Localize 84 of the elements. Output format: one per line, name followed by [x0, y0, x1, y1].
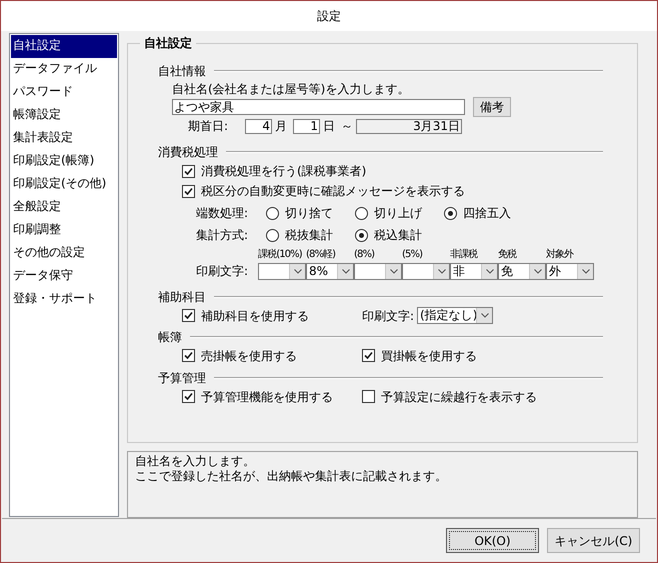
chevron-icon: [294, 268, 302, 274]
checkbox[interactable]: [362, 390, 375, 403]
checkbox-label: 予算管理機能を使用する: [201, 388, 333, 406]
group-title: 自社設定: [140, 35, 196, 51]
section-heading: 自社情報: [158, 63, 206, 80]
dropdown[interactable]: 8%: [306, 262, 354, 280]
checkbox[interactable]: [362, 349, 375, 362]
unit-text: 月: [275, 118, 287, 135]
field-label: 端数処理:: [196, 205, 250, 222]
field-label: 集計方式:: [196, 227, 250, 244]
sidebar-item[interactable]: パスワード: [11, 81, 117, 104]
checkbox[interactable]: [182, 349, 195, 362]
window-title: 設定: [317, 8, 341, 25]
month-field[interactable]: 4: [245, 118, 272, 134]
sidebar-item[interactable]: 印刷調整: [11, 219, 117, 242]
dropdown[interactable]: [402, 262, 450, 280]
checkbox[interactable]: [182, 184, 195, 198]
radio-button[interactable]: [266, 228, 279, 242]
checkbox-label: 税区分の自動変更時に確認メッセージを表示する: [201, 183, 465, 200]
checkbox[interactable]: [182, 309, 195, 322]
column-header: 非課税: [450, 248, 479, 262]
chevron-icon: [486, 268, 494, 274]
sidebar-item[interactable]: 印刷設定(その他): [11, 173, 117, 196]
sidebar-item[interactable]: データ保守: [11, 265, 117, 288]
section-heading: 消費税処理: [158, 144, 218, 161]
dropdown[interactable]: [258, 262, 306, 280]
column-header: 対象外: [546, 248, 575, 262]
sidebar-item[interactable]: 登録・サポート: [11, 288, 117, 311]
unit-text: 日: [323, 118, 335, 135]
sidebar-item[interactable]: 自社設定: [11, 35, 117, 58]
checkbox-label: 買掛帳を使用する: [381, 348, 477, 364]
checkbox[interactable]: [182, 390, 195, 403]
checkbox-label: 消費税処理を行う(課税事業者): [201, 163, 366, 180]
sidebar-item[interactable]: 印刷設定(帳簿): [11, 150, 117, 173]
description-text: ここで登録した社名が、出納帳や集計表に記載されます。: [135, 469, 447, 484]
sidebar-item[interactable]: 帳簿設定: [11, 104, 117, 127]
sidebar-item[interactable]: 集計表設定: [11, 127, 117, 150]
day-field[interactable]: 1: [293, 118, 320, 134]
field-label: 期首日:: [188, 118, 230, 135]
dropdown[interactable]: 非: [450, 262, 498, 280]
chevron-icon: [390, 268, 398, 274]
radio-label: 税込集計: [374, 227, 422, 244]
section-heading: 補助科目: [158, 289, 206, 306]
description-text: 自社名を入力します。: [135, 454, 255, 469]
end-date-field: 3月31日: [356, 118, 462, 134]
column-header: (8%軽): [306, 248, 336, 262]
sidebar-item[interactable]: 全般設定: [11, 196, 117, 219]
section-heading: 帳簿: [158, 329, 182, 346]
notes-button[interactable]: 備考: [473, 97, 511, 117]
chevron-icon: [480, 313, 489, 318]
radio-label: 税抜集計: [285, 227, 333, 244]
chevron-icon: [342, 268, 350, 274]
dialog-button[interactable]: OK(O): [446, 528, 539, 553]
section-heading: 予算管理: [158, 370, 206, 387]
dropdown[interactable]: 外: [546, 262, 594, 280]
checkbox[interactable]: [182, 164, 195, 178]
radio-button[interactable]: [355, 206, 368, 220]
checkbox-label: 売掛帳を使用する: [201, 348, 297, 364]
radio-label: 切り捨て: [285, 205, 333, 222]
column-header: (8%): [354, 248, 376, 262]
sidebar-item[interactable]: データファイル: [11, 58, 117, 81]
prompt-text: 自社名(会社名または屋号等)を入力します。: [172, 81, 410, 97]
radio-label: 切り上げ: [374, 205, 422, 222]
dropdown[interactable]: [354, 262, 402, 280]
radio-button[interactable]: [355, 228, 368, 242]
field-label: 印刷文字:: [196, 263, 250, 280]
dialog-button[interactable]: キャンセル(C): [547, 528, 640, 553]
column-header: 免税: [498, 248, 518, 262]
company-name-field[interactable]: よつや家具: [172, 99, 465, 115]
radio-button[interactable]: [444, 206, 457, 220]
dropdown[interactable]: 免: [498, 262, 546, 280]
chevron-icon: [438, 268, 446, 274]
radio-button[interactable]: [266, 206, 279, 220]
checkbox-label: 補助科目を使用する: [201, 308, 309, 324]
column-header: (5%): [402, 248, 424, 262]
column-header: 課税(10%): [258, 248, 303, 262]
radio-label: 四捨五入: [463, 205, 511, 222]
chevron-icon: [582, 268, 590, 274]
tilde-text: ～: [341, 118, 353, 135]
dropdown[interactable]: (指定なし): [417, 307, 494, 324]
field-label: 印刷文字:: [362, 308, 414, 324]
checkbox-label: 予算設定に繰越行を表示する: [381, 388, 537, 406]
sidebar-item[interactable]: その他の設定: [11, 242, 117, 265]
chevron-icon: [534, 268, 542, 274]
